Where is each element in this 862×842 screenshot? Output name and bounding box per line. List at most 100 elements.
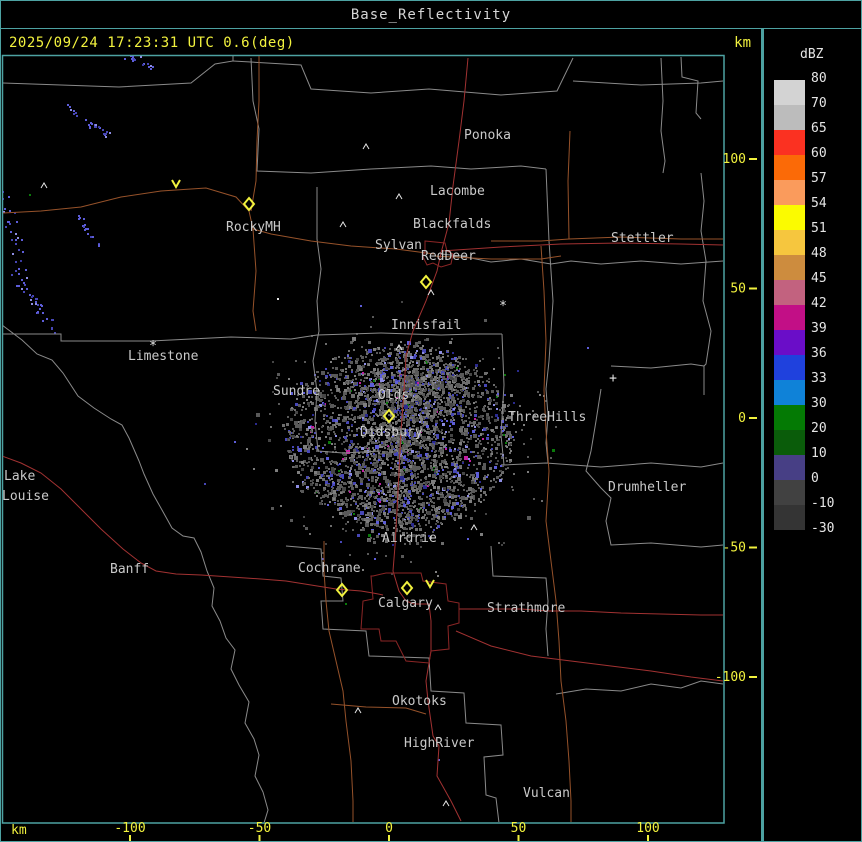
scale-color-block — [774, 380, 805, 405]
city-label: RedDeer — [421, 249, 476, 264]
scale-tick-label: 51 — [811, 221, 827, 236]
town-marker-icon — [434, 604, 442, 611]
city-label: Lake — [4, 469, 35, 484]
map-content: **+PonokaLacombeBlackfaldsSylvanRedDeerR… — [2, 56, 723, 822]
scale-color-block — [774, 155, 805, 180]
city-label: Drumheller — [608, 480, 686, 495]
scale-tick-label: 80 — [811, 71, 827, 86]
town-marker-icon — [442, 800, 450, 807]
radar-site-marker-icon[interactable] — [419, 274, 433, 290]
town-marker-icon — [395, 193, 403, 200]
city-label: Airdrie — [382, 531, 437, 546]
city-label: Banff — [110, 562, 149, 577]
city-label: Limestone — [128, 349, 199, 364]
scale-color-block — [774, 455, 805, 480]
town-marker-icon — [470, 524, 478, 531]
scale-color-block — [774, 80, 805, 105]
town-marker-icon — [362, 143, 370, 150]
color-scale-panel: dBZ 80 70 65 60 57 54 51 48 45 42 39 36 33 30 20 10 0 -10… — [761, 29, 861, 841]
right-axis-tick — [749, 417, 757, 419]
radar-map[interactable]: **+PonokaLacombeBlackfaldsSylvanRedDeerR… — [1, 29, 761, 842]
town-marker-icon — [339, 221, 347, 228]
scale-tick-label: 42 — [811, 296, 827, 311]
scale-color-block — [774, 105, 805, 130]
right-axis-tick — [749, 676, 757, 678]
scale-unit-label: dBZ — [800, 47, 824, 62]
city-label: Didsbury — [360, 425, 423, 440]
scale-color-block — [774, 430, 805, 455]
scale-tick-label: 54 — [811, 196, 827, 211]
city-label: Strathmore — [487, 601, 565, 616]
city-label: RockyMH — [226, 220, 281, 235]
scale-color-block — [774, 205, 805, 230]
city-label: Calgary — [378, 596, 433, 611]
scale-tick-label: 39 — [811, 321, 827, 336]
scale-tick-label: 20 — [811, 421, 827, 436]
city-label: Sylvan — [375, 238, 422, 253]
town-marker-icon — [277, 298, 279, 300]
scale-color-block — [774, 255, 805, 280]
title-bar: Base_Reflectivity — [1, 1, 861, 29]
city-label: Stettler — [611, 231, 674, 246]
town-marker-icon: + — [609, 371, 617, 386]
city-label: Okotoks — [392, 694, 447, 709]
bottom-axis-tick-label: -50 — [248, 821, 271, 836]
scale-color-block — [774, 330, 805, 355]
scale-tick-label: 70 — [811, 96, 827, 111]
scale-tick-label: 48 — [811, 246, 827, 261]
right-axis-tick-label: 50 — [730, 282, 746, 297]
town-marker-icon: * — [499, 299, 507, 314]
right-axis-tick — [749, 158, 757, 160]
right-axis-tick-label: -50 — [723, 541, 746, 556]
window-title: Base_Reflectivity — [350, 6, 512, 23]
wind-profiler-marker-icon — [171, 179, 181, 190]
right-axis-unit-label: km — [734, 35, 751, 51]
scale-tick-label: 10 — [811, 446, 827, 461]
scale-tick-label: -30 — [811, 521, 835, 536]
city-label: Louise — [2, 489, 49, 504]
radar-site-marker-icon[interactable] — [400, 580, 414, 596]
scale-color-block — [774, 505, 805, 530]
scale-color-block — [774, 305, 805, 330]
right-axis-tick-label: 100 — [723, 152, 746, 167]
bottom-axis-tick-label: 50 — [511, 821, 527, 836]
scale-color-block — [774, 130, 805, 155]
town-marker-icon — [40, 182, 48, 189]
wind-profiler-marker-icon — [425, 579, 435, 590]
scale-color-block — [774, 355, 805, 380]
timestamp-label: 2025/09/24 17:23:31 UTC 0.6(deg) — [9, 35, 295, 51]
scale-tick-label: 65 — [811, 121, 827, 136]
scale-tick-label: 60 — [811, 146, 827, 161]
scale-color-block — [774, 180, 805, 205]
city-label: Lacombe — [430, 184, 485, 199]
right-axis-tick-label: 0 — [738, 411, 746, 426]
city-label: Innisfail — [391, 318, 461, 333]
radar-echo-clutter — [3, 56, 589, 761]
right-axis-tick — [749, 546, 757, 549]
radar-viewer-window: Base_Reflectivity * * + Ponoka Lacombe Blackf… — [0, 0, 862, 842]
bottom-axis-unit-label: km — [11, 823, 27, 838]
bottom-axis-tick-label: -100 — [114, 821, 145, 836]
scale-tick-label: 45 — [811, 271, 827, 286]
city-label: HighRiver — [404, 736, 475, 751]
right-axis-tick-label: -100 — [715, 670, 746, 685]
city-label: Cochrane — [298, 561, 361, 576]
scale-color-block — [774, 230, 805, 255]
scale-tick-label: 57 — [811, 171, 827, 186]
bottom-axis-tick-label: 100 — [636, 821, 659, 836]
scale-tick-label: 36 — [811, 346, 827, 361]
city-label: Vulcan — [523, 786, 570, 801]
scale-tick-label: -10 — [811, 496, 835, 511]
city-label: Blackfalds — [413, 217, 491, 232]
scale-tick-label: 0 — [811, 471, 819, 486]
bottom-axis-tick-label: 0 — [385, 821, 393, 836]
scale-color-block — [774, 280, 805, 305]
scale-tick-label: 33 — [811, 371, 827, 386]
scale-color-block — [774, 480, 805, 505]
city-label: Sundre — [273, 384, 320, 399]
city-label: Olds — [378, 388, 409, 403]
scale-color-block — [774, 405, 805, 430]
city-label: Ponoka — [464, 128, 511, 143]
scale-tick-label: 30 — [811, 396, 827, 411]
city-label: ThreeHills — [508, 410, 586, 425]
